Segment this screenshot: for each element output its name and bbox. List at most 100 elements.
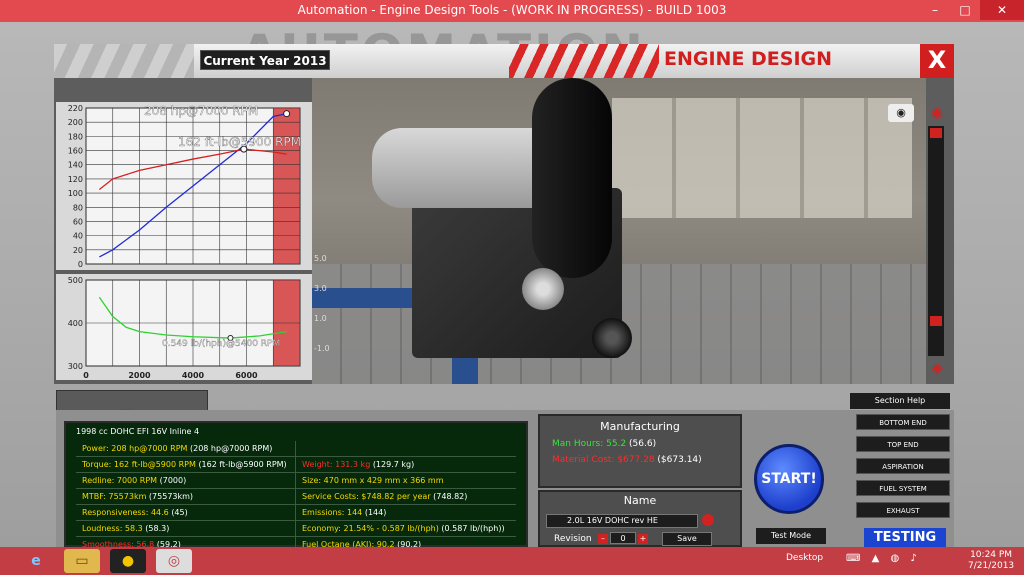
stat-label: Loudness: 58.3 xyxy=(82,524,143,533)
system-tray[interactable]: ⌨ ▲ ◍ ♪ xyxy=(846,553,921,564)
section-top-end-button[interactable]: TOP END xyxy=(856,436,950,452)
engine-description: 1998 cc DOHC EFI 16V Inline 4 xyxy=(76,427,200,436)
bsfc-annotation: 0.549 lb/(hph)@5400 RPM xyxy=(162,339,280,349)
y-tick-label: 400 xyxy=(68,319,83,328)
stat-label: Weight: 131.3 kg xyxy=(302,460,371,469)
manufacturing-title: Manufacturing xyxy=(600,420,680,433)
revision-decrement-button[interactable]: – xyxy=(598,534,608,544)
clock[interactable]: 10:24 PM 7/21/2013 xyxy=(968,550,1014,572)
stat-label: Service Costs: $748.82 per year xyxy=(302,492,431,501)
y-tick-label: 220 xyxy=(68,104,83,113)
rotate-view-icon[interactable]: ◈ xyxy=(922,358,952,378)
stat-value: (7000) xyxy=(159,476,187,485)
stat-label: Size: 470 mm x 429 mm x 366 mm xyxy=(302,476,444,485)
engine-stats-panel: 1998 cc DOHC EFI 16V Inline 4 Power: 208… xyxy=(64,421,528,553)
app-icon-1[interactable]: ● xyxy=(110,549,146,573)
file-explorer-icon[interactable]: ▭ xyxy=(64,549,100,573)
decorative-stripes xyxy=(54,44,194,78)
testing-button[interactable]: TESTING xyxy=(864,528,946,547)
scroll-thumb[interactable] xyxy=(930,316,942,326)
stat-value: (75573km) xyxy=(148,492,194,501)
stat-cell-right: Economy: 21.54% - 0.587 lb/(hph) (0.587 … xyxy=(296,521,516,536)
stat-cell-left: Loudness: 58.3 (58.3) xyxy=(76,521,296,536)
engine-pulley-lower xyxy=(592,318,632,358)
stat-cell-left: Power: 208 hp@7000 RPM (208 hp@7000 RPM) xyxy=(76,441,296,456)
stat-value: (45) xyxy=(171,508,188,517)
section-title: ENGINE DESIGN xyxy=(664,48,833,70)
name-panel: Name 2.0L 16V DOHC rev HE Revision – 0 +… xyxy=(538,490,742,547)
maximize-button[interactable]: □ xyxy=(950,0,980,20)
stat-row: MTBF: 75573km (75573km) Service Costs: $7… xyxy=(76,489,516,505)
window-title-bar: Automation - Engine Design Tools - (WORK… xyxy=(0,0,1024,22)
section-bottom-end-button[interactable]: BOTTOM END xyxy=(856,414,950,430)
section-help-button[interactable]: Section Help xyxy=(850,393,950,409)
camera-icon[interactable]: ◉ xyxy=(888,104,914,122)
minimize-button[interactable]: – xyxy=(920,0,950,20)
stat-cell-right: Emissions: 144 (144) xyxy=(296,505,516,520)
stat-cell-left: MTBF: 75573km (75573km) xyxy=(76,489,296,504)
close-design-button[interactable]: X xyxy=(920,44,954,78)
x-tick-label: 0 xyxy=(83,371,89,380)
stat-row: Torque: 162 ft-lb@5900 RPM (162 ft-lb@59… xyxy=(76,457,516,473)
section-fuel-system-button[interactable]: FUEL SYSTEM xyxy=(856,480,950,496)
internet-explorer-icon[interactable]: e xyxy=(18,549,54,573)
right-axis-tick-label: 3.0 xyxy=(314,284,327,293)
clock-time: 10:24 PM xyxy=(970,550,1013,560)
revision-increment-button[interactable]: + xyxy=(638,534,648,544)
material-cost-label: Material Cost: $677.28 xyxy=(552,455,655,465)
intake-pipe xyxy=(532,78,612,278)
section-aspiration-button[interactable]: ASPIRATION xyxy=(856,458,950,474)
y-tick-label: 120 xyxy=(68,175,83,184)
name-options-button[interactable] xyxy=(702,514,714,526)
section-exhaust-button[interactable]: EXHAUST xyxy=(856,502,950,518)
stat-value: (129.7 kg) xyxy=(372,460,415,469)
view-scrollbar[interactable] xyxy=(928,126,944,356)
y-tick-label: 160 xyxy=(68,147,83,156)
eye-icon[interactable]: ◉ xyxy=(922,104,952,122)
desktop-toolbar-label[interactable]: Desktop xyxy=(786,553,823,563)
engine-3d-viewport[interactable] xyxy=(312,78,926,384)
window-controls: – □ ✕ xyxy=(920,0,1024,22)
stat-cell-right xyxy=(296,441,516,456)
x-tick-label: 2000 xyxy=(128,371,151,380)
y-tick-label: 40 xyxy=(73,232,83,241)
stat-label: Economy: 21.54% - 0.587 lb/(hph) xyxy=(302,524,439,533)
stat-value: (144) xyxy=(364,508,387,517)
test-mode-button[interactable]: Test Mode xyxy=(756,528,826,544)
revision-label: Revision xyxy=(554,534,592,544)
close-window-button[interactable]: ✕ xyxy=(980,0,1024,20)
section-buttons: BOTTOM END TOP END ASPIRATION FUEL SYSTE… xyxy=(856,414,950,524)
material-cost: Material Cost: $677.28 ($673.14) xyxy=(540,455,740,465)
power-torque-chart-svg: 0 20 40 60 80 100 120 140 160 180 200 220 208 hp@700… xyxy=(68,104,301,269)
man-hours-label: Man Hours: 55.2 xyxy=(552,439,627,449)
stat-cell-right: Service Costs: $748.82 per year (748.82) xyxy=(296,489,516,504)
y-tick-label: 300 xyxy=(68,362,83,371)
right-axis-tick-label: 1.0 xyxy=(314,314,327,323)
right-axis-tick-label: -1.0 xyxy=(314,344,330,353)
stat-label: Power: 208 hp@7000 RPM xyxy=(82,444,188,453)
garage-window xyxy=(612,98,912,218)
manufacturing-panel: Manufacturing Man Hours: 55.2 (56.6) Mat… xyxy=(538,414,742,488)
stat-cell-right: Size: 470 mm x 429 mm x 366 mm xyxy=(296,473,516,488)
start-button[interactable]: START! xyxy=(754,444,824,514)
stat-row: Responsiveness: 44.6 (45) Emissions: 144 … xyxy=(76,505,516,521)
scroll-up-button[interactable] xyxy=(930,128,942,138)
name-title: Name xyxy=(623,494,657,507)
x-tick-label: 6000 xyxy=(235,371,258,380)
stat-label: Emissions: 144 xyxy=(302,508,363,517)
automation-app-icon[interactable]: ◎ xyxy=(156,549,192,573)
clock-date: 7/21/2013 xyxy=(968,561,1015,571)
stat-cell-right: Weight: 131.3 kg (129.7 kg) xyxy=(296,457,516,472)
y-tick-label: 100 xyxy=(68,189,83,198)
stat-row: Loudness: 58.3 (58.3) Economy: 21.54% - 0… xyxy=(76,521,516,537)
stat-value: (58.3) xyxy=(145,524,170,533)
current-year: Current Year 2013 xyxy=(200,50,330,70)
frame-header: Current Year 2013 ENGINE DESIGN X xyxy=(54,44,954,78)
save-button[interactable]: Save xyxy=(662,532,712,546)
fuel-consumption-chart-svg: 300 400 500 0.549 lb/(hph)@5400 RPM 0 2000 400… xyxy=(68,276,301,380)
engine-name-input[interactable]: 2.0L 16V DOHC rev HE xyxy=(546,514,698,528)
stat-label: Responsiveness: 44.6 xyxy=(82,508,169,517)
torque-annotation: 162 ft-lb@5900 RPM xyxy=(178,135,301,149)
stat-value: (0.587 lb/(hph)) xyxy=(441,524,505,533)
stat-cell-left: Responsiveness: 44.6 (45) xyxy=(76,505,296,520)
